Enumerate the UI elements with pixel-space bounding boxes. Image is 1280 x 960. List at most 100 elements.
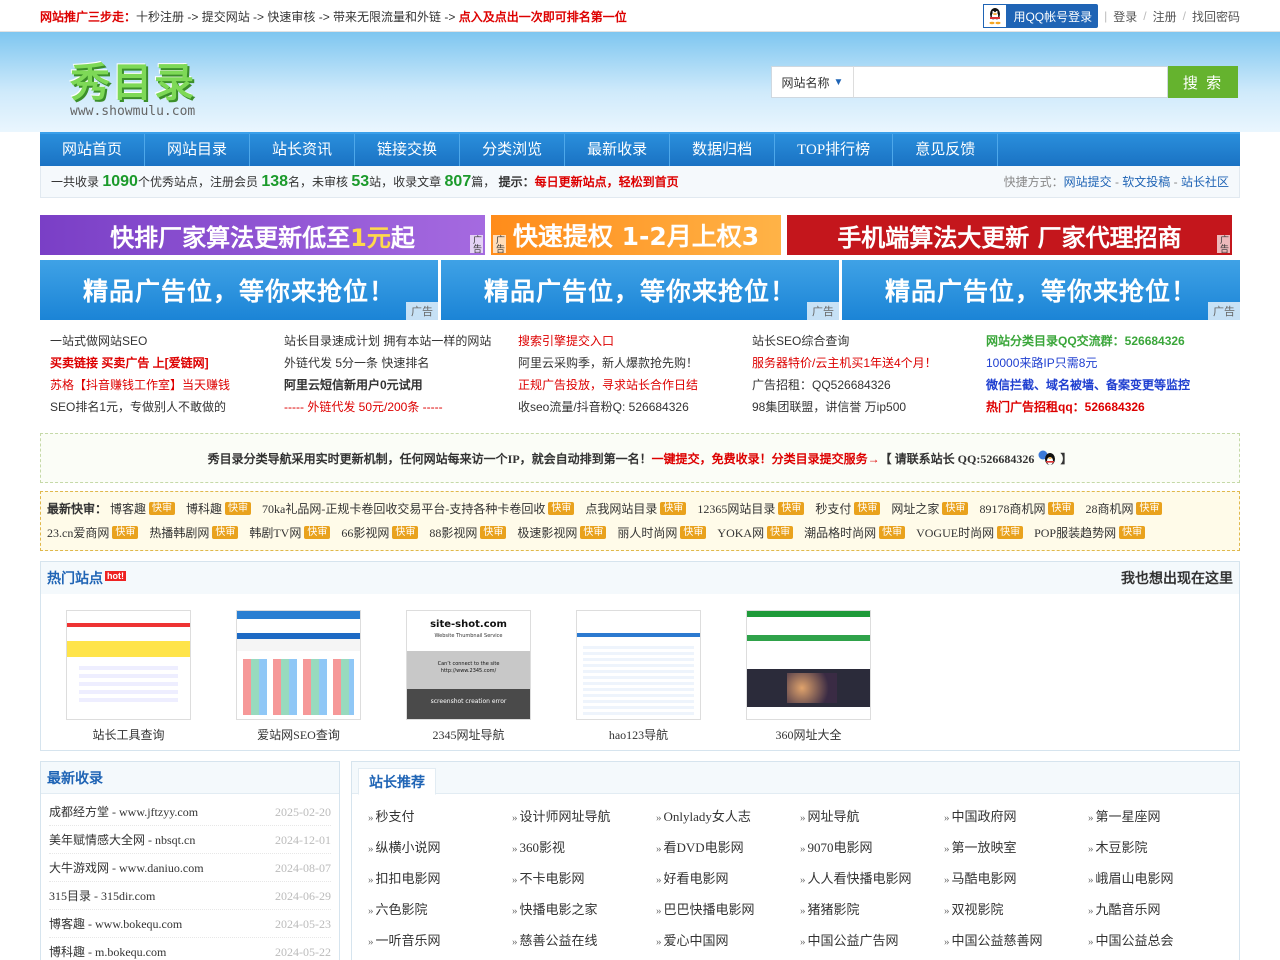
appear-here-link[interactable]: 我也想出现在这里 bbox=[1121, 568, 1233, 588]
text-ad-link[interactable]: 98集团联盟，讲信誉 万ip500 bbox=[752, 396, 986, 418]
recommend-link[interactable]: » 木豆影院 bbox=[1088, 833, 1232, 864]
text-ad-link[interactable]: 微信拦截、域名被墙、备案变更等监控 bbox=[986, 374, 1220, 396]
qq-penguin-icon[interactable] bbox=[1036, 449, 1058, 467]
text-ad-link[interactable]: 搜索引擎提交入口 bbox=[518, 330, 752, 352]
text-ad-link[interactable]: 10000来路IP只需8元 bbox=[986, 352, 1220, 374]
text-ad-link[interactable]: 服务器特价/云主机买1年送4个月！ bbox=[752, 352, 986, 374]
ad-banner[interactable]: 快排厂家算法更新低至 1元起 广告 bbox=[40, 215, 485, 255]
recommend-link[interactable]: » 秒支付 bbox=[368, 802, 512, 833]
recommend-link[interactable]: » 好看电影网 bbox=[656, 864, 800, 895]
search-type-select[interactable]: 网站名称 ▼ bbox=[771, 66, 853, 98]
tab-recommend[interactable]: 站长推荐 bbox=[358, 768, 436, 795]
nav-link-exchange[interactable]: 链接交换 bbox=[355, 134, 461, 166]
recommend-link[interactable]: » 人人看快播电影网 bbox=[800, 864, 944, 895]
nav-latest[interactable]: 最新收录 bbox=[565, 134, 671, 166]
fast-audit-site[interactable]: POP服装趋势网 快审 bbox=[1034, 526, 1146, 540]
fast-audit-site[interactable]: 热播韩剧网 快审 bbox=[149, 526, 239, 540]
text-ad-link[interactable]: 阿里云短信新用户0元试用 bbox=[284, 374, 518, 396]
quick-submit-link[interactable]: 网站提交 bbox=[1064, 175, 1112, 189]
recommend-link[interactable]: » 中国公益慈善网 bbox=[944, 926, 1088, 957]
text-ad-link[interactable]: 苏格【抖音赚钱工作室】当天赚钱 bbox=[50, 374, 284, 396]
fast-audit-site[interactable]: VOGUE时尚网 快审 bbox=[916, 526, 1024, 540]
recommend-link[interactable]: » 中国公益广告网 bbox=[800, 926, 944, 957]
ad-slot[interactable]: 精品广告位，等你来抢位！ 广告 bbox=[40, 260, 438, 320]
text-ad-link[interactable]: 站长SEO综合查询 bbox=[752, 330, 986, 352]
search-input[interactable] bbox=[853, 66, 1168, 98]
hot-site-card[interactable]: 站长工具查询 bbox=[66, 610, 191, 743]
recommend-link[interactable]: » 峨眉山电影网 bbox=[1088, 864, 1232, 895]
text-ad-link[interactable]: 热门广告招租qq：526684326 bbox=[986, 396, 1220, 418]
list-item[interactable]: 美年赋情感大全网 - nbsqt.cn 2024-12-01 bbox=[49, 826, 331, 854]
site-logo[interactable]: 秀目录 www.showmulu.com bbox=[70, 50, 196, 119]
submit-service-link[interactable]: 一键提交，免费收录！分类目录提交服务→ bbox=[652, 450, 880, 467]
recommend-link[interactable]: » 快播电影之家 bbox=[512, 895, 656, 926]
text-ad-link[interactable]: 正规广告投放，寻求站长合作日结 bbox=[518, 374, 752, 396]
text-ad-link[interactable]: 广告招租：QQ526684326 bbox=[752, 374, 986, 396]
recommend-link[interactable]: » 不卡电影网 bbox=[512, 864, 656, 895]
recommend-link[interactable]: » 360影视 bbox=[512, 833, 656, 864]
text-ad-link[interactable]: 一站式做网站SEO bbox=[50, 330, 284, 352]
list-item[interactable]: 315目录 - 315dir.com 2024-06-29 bbox=[49, 882, 331, 910]
fast-audit-site[interactable]: 12365网站目录 快审 bbox=[697, 502, 805, 516]
nav-top[interactable]: TOP排行榜 bbox=[775, 134, 894, 166]
ad-slot[interactable]: 精品广告位，等你来抢位！ 广告 bbox=[441, 260, 839, 320]
ad-banner[interactable]: 快速提权 1-2月上权3 广告 bbox=[491, 215, 781, 255]
fast-audit-site[interactable]: 89178商机网 快审 bbox=[979, 502, 1075, 516]
recommend-link[interactable]: » 六色影院 bbox=[368, 895, 512, 926]
fast-audit-site[interactable]: 点我网站目录 快审 bbox=[585, 502, 687, 516]
text-ad-link[interactable]: 网站分类目录QQ交流群：526684326 bbox=[986, 330, 1220, 352]
text-ad-link[interactable]: 买卖链接 买卖广告 上[爱链网] bbox=[50, 352, 284, 374]
fast-audit-site[interactable]: 潮品格时尚网 快审 bbox=[804, 526, 906, 540]
fast-audit-site[interactable]: 88影视网 快审 bbox=[429, 526, 507, 540]
recommend-link[interactable]: » 纵横小说网 bbox=[368, 833, 512, 864]
nav-categories[interactable]: 分类浏览 bbox=[460, 134, 566, 166]
recommend-link[interactable]: » Onlylady女人志 bbox=[656, 802, 800, 833]
fast-audit-site[interactable]: 丽人时尚网 快审 bbox=[617, 526, 707, 540]
login-link[interactable]: 登录 bbox=[1113, 8, 1137, 25]
nav-directory[interactable]: 网站目录 bbox=[145, 134, 251, 166]
text-ad-link[interactable]: 外链代发 5分一条 快速排名 bbox=[284, 352, 518, 374]
fast-audit-site[interactable]: 极速影视网 快审 bbox=[517, 526, 607, 540]
register-link[interactable]: 注册 bbox=[1153, 8, 1177, 25]
nav-archive[interactable]: 数据归档 bbox=[670, 134, 776, 166]
recommend-link[interactable]: » 第一放映室 bbox=[944, 833, 1088, 864]
hot-site-card[interactable]: 爱站网SEO查询 bbox=[236, 610, 361, 743]
recommend-link[interactable]: » 9070电影网 bbox=[800, 833, 944, 864]
text-ad-link[interactable]: 收seo流量/抖音粉Q: 526684326 bbox=[518, 396, 752, 418]
list-item[interactable]: 博科趣 - m.bokequ.com 2024-05-22 bbox=[49, 938, 331, 960]
nav-home[interactable]: 网站首页 bbox=[40, 134, 146, 166]
nav-news[interactable]: 站长资讯 bbox=[250, 134, 356, 166]
recommend-link[interactable]: » 中国公益总会 bbox=[1088, 926, 1232, 957]
quick-article-link[interactable]: 软文投稿 bbox=[1122, 175, 1170, 189]
find-password-link[interactable]: 找回密码 bbox=[1192, 8, 1240, 25]
ad-banner[interactable]: 手机端算法大更新 厂家代理招商 广告 bbox=[787, 215, 1232, 255]
recommend-link[interactable]: » 扣扣电影网 bbox=[368, 864, 512, 895]
recommend-link[interactable]: » 慈善公益在线 bbox=[512, 926, 656, 957]
recommend-link[interactable]: » 一听音乐网 bbox=[368, 926, 512, 957]
recommend-link[interactable]: » 九酷音乐网 bbox=[1088, 895, 1232, 926]
text-ad-link[interactable]: SEO排名1元，专做别人不敢做的 bbox=[50, 396, 284, 418]
nav-feedback[interactable]: 意见反馈 bbox=[893, 134, 999, 166]
ad-slot[interactable]: 精品广告位，等你来抢位！ 广告 bbox=[842, 260, 1240, 320]
quick-community-link[interactable]: 站长社区 bbox=[1181, 175, 1229, 189]
fast-audit-site[interactable]: YOKA网 快审 bbox=[717, 526, 794, 540]
search-button[interactable]: 搜 索 bbox=[1168, 66, 1238, 98]
fast-audit-site[interactable]: 博客趣 快审 bbox=[110, 502, 176, 516]
fast-audit-site[interactable]: 韩剧TV网 快审 bbox=[249, 526, 331, 540]
recommend-link[interactable]: » 爱心中国网 bbox=[656, 926, 800, 957]
list-item[interactable]: 成都经方堂 - www.jftzyy.com 2025-02-20 bbox=[49, 798, 331, 826]
hot-site-card[interactable]: site-shot.com Website Thumbnail Service … bbox=[406, 610, 531, 743]
fast-audit-site[interactable]: 70ka礼品网-正规卡卷回收交易平台-支持各种卡卷回收 快审 bbox=[262, 502, 575, 516]
text-ad-link[interactable]: 阿里云采购季，新人爆款抢先购！ bbox=[518, 352, 752, 374]
text-ad-link[interactable]: ----- 外链代发 50元/200条 ----- bbox=[284, 396, 518, 418]
recommend-link[interactable]: » 马酷电影网 bbox=[944, 864, 1088, 895]
fast-audit-site[interactable]: 网址之家 快审 bbox=[891, 502, 969, 516]
text-ad-link[interactable]: 站长目录速成计划 拥有本站一样的网站 bbox=[284, 330, 518, 352]
hot-site-card[interactable]: hao123导航 bbox=[576, 610, 701, 743]
recommend-link[interactable]: » 网址导航 bbox=[800, 802, 944, 833]
hot-site-card[interactable]: 360网址大全 bbox=[746, 610, 871, 743]
recommend-link[interactable]: » 设计师网址导航 bbox=[512, 802, 656, 833]
recommend-link[interactable]: » 猪猪影院 bbox=[800, 895, 944, 926]
qq-login-button[interactable]: 用QQ帐号登录 bbox=[983, 4, 1099, 28]
list-item[interactable]: 博客趣 - www.bokequ.com 2024-05-23 bbox=[49, 910, 331, 938]
